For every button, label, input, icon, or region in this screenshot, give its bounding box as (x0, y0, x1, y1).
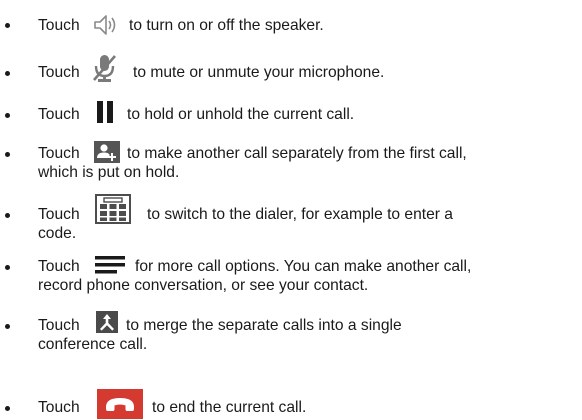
bullet (5, 406, 10, 411)
instruction-text: to mute or unmute your microphone. (133, 64, 385, 81)
merge-calls-icon (96, 311, 118, 333)
bullet (5, 71, 10, 76)
pause-icon (97, 101, 113, 123)
bullet (5, 324, 10, 329)
instruction-text-continued: conference call. (38, 336, 148, 353)
list-item: Touch to merge the separate calls into a… (0, 311, 582, 355)
list-item: Touch for more call options. You can mak… (0, 254, 582, 298)
list-item: Touch to make another call separately fr… (0, 141, 582, 185)
bullet (5, 113, 10, 118)
bullet (5, 213, 10, 218)
end-call-icon (97, 389, 143, 419)
instruction-text-continued: code. (38, 225, 77, 242)
menu-icon (95, 256, 125, 274)
instruction-text: to merge the separate calls into a singl… (126, 317, 402, 334)
add-call-icon (94, 141, 120, 163)
instruction-text: to hold or unhold the current call. (127, 106, 355, 123)
list-item: Touch to end the current call. (0, 389, 582, 419)
instruction-text: for more call options. You can make anot… (135, 258, 472, 275)
dialpad-icon (95, 194, 131, 224)
bullet (5, 23, 10, 28)
speaker-icon (94, 15, 116, 35)
instruction-text: to switch to the dialer, for example to … (147, 206, 453, 223)
list-item: Touch to hold or unhold the current call… (0, 100, 582, 126)
instruction-text: to make another call separately from the… (127, 145, 467, 162)
bullet (5, 265, 10, 270)
instruction-text: to end the current call. (152, 399, 307, 416)
microphone-mute-icon (93, 55, 116, 82)
bullet (5, 152, 10, 157)
list-item: Touch to mute or unmute your microphone. (0, 53, 582, 85)
instruction-text: to turn on or off the speaker. (129, 17, 324, 34)
instruction-list: Touch to turn on or off the speaker. Tou… (0, 0, 582, 420)
list-item: Touch to turn on or off the speaker. (0, 13, 582, 37)
list-item: Touch to switch to the dialer, for examp… (0, 194, 582, 244)
instruction-text-continued: record phone conversation, or see your c… (38, 277, 369, 294)
instruction-text-continued: which is put on hold. (38, 164, 180, 181)
